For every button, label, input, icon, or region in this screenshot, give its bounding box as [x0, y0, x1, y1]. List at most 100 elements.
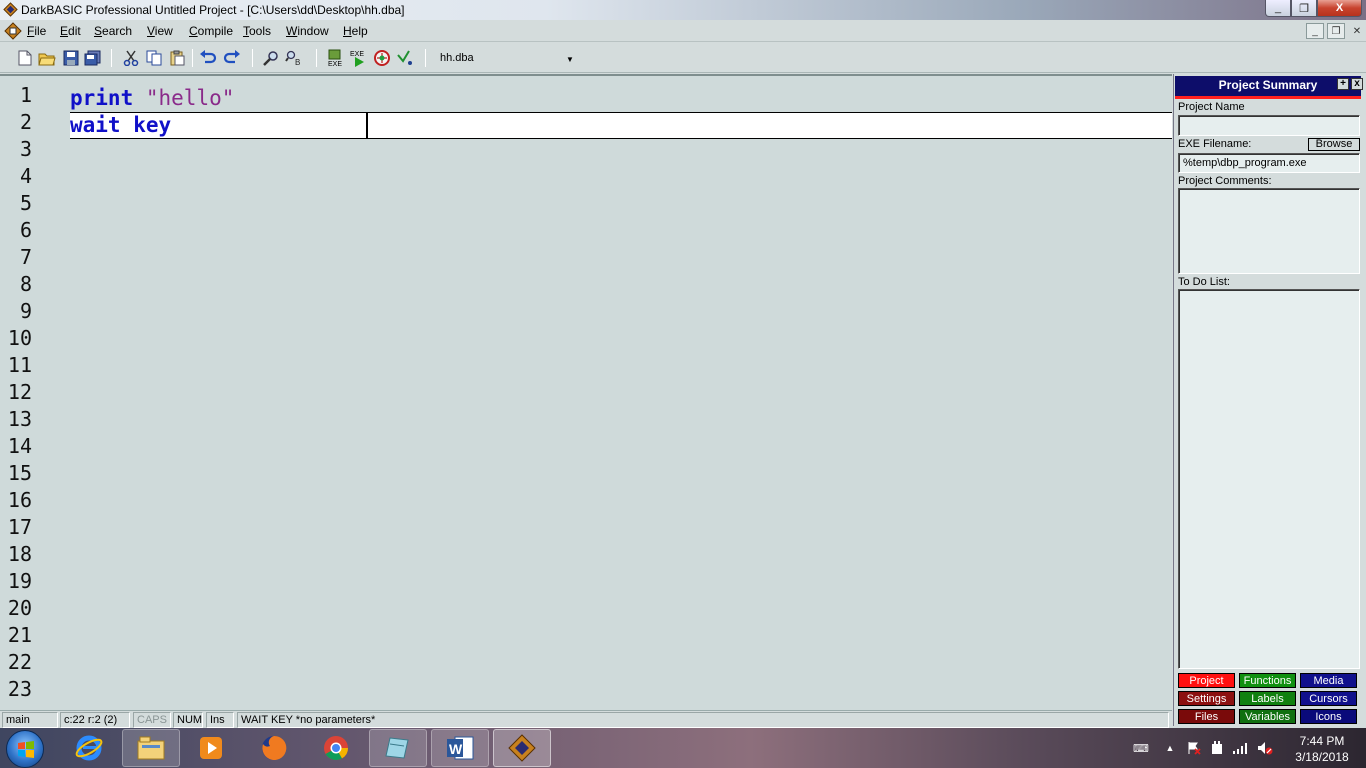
line-number: 7 — [19, 245, 32, 269]
paste-icon[interactable] — [168, 49, 186, 67]
menu-compile[interactable]: Compile — [189, 24, 233, 38]
menu-bar: File Edit Search View Compile Tools Wind… — [0, 20, 1366, 42]
ie-taskbar-button[interactable] — [60, 729, 118, 767]
taskbar: W ⌨ ▲ 7:44 PM 3/18/2018 — [0, 728, 1366, 768]
svg-text:W: W — [449, 741, 463, 757]
chevron-down-icon[interactable]: ▼ — [563, 50, 577, 68]
line-number: 17 — [7, 515, 32, 539]
status-caps: CAPS — [133, 712, 171, 728]
panel-tab-icons[interactable]: Icons — [1300, 709, 1357, 724]
run-icon[interactable]: EXE — [350, 49, 368, 67]
ie-icon — [75, 735, 103, 761]
copy-icon[interactable] — [145, 49, 163, 67]
notepad-taskbar-button[interactable] — [369, 729, 427, 767]
maximize-button[interactable]: ❐ — [1291, 0, 1317, 17]
panel-tab-project[interactable]: Project — [1178, 673, 1235, 688]
panel-tab-cursors[interactable]: Cursors — [1300, 691, 1357, 706]
project-name-field[interactable] — [1178, 115, 1360, 136]
project-comments-field[interactable] — [1178, 188, 1360, 274]
panel-close-button[interactable]: x — [1351, 78, 1363, 90]
window-title: DarkBASIC Professional Untitled Project … — [21, 3, 405, 17]
menu-window[interactable]: Window — [286, 24, 329, 38]
todo-list-field[interactable] — [1178, 289, 1360, 669]
panel-tab-functions[interactable]: Functions — [1239, 673, 1296, 688]
code-keyword: wait key — [70, 113, 172, 137]
replace-icon[interactable]: B — [285, 49, 303, 67]
panel-tab-files[interactable]: Files — [1178, 709, 1235, 724]
exe-filename-field[interactable]: %temp\dbp_program.exe — [1178, 153, 1360, 173]
line-number: 21 — [7, 623, 32, 647]
line-number: 8 — [19, 272, 32, 296]
document-system-icon[interactable] — [4, 22, 22, 40]
windows-logo-icon — [18, 741, 34, 758]
menu-edit[interactable]: Edit — [60, 24, 81, 38]
open-file-select[interactable]: hh.dba ▼ — [436, 50, 579, 68]
line-number: 4 — [19, 164, 32, 188]
status-cursor-position: c:22 r:2 (2) — [60, 712, 130, 728]
taskbar-clock[interactable]: 7:44 PM 3/18/2018 — [1282, 733, 1362, 765]
mdi-restore-button[interactable]: ❐ — [1327, 23, 1345, 39]
panel-float-button[interactable]: + — [1337, 78, 1349, 90]
volume-muted-icon[interactable] — [1257, 741, 1273, 755]
darkbasic-taskbar-button[interactable] — [493, 729, 551, 767]
word-taskbar-button[interactable]: W — [431, 729, 489, 767]
line-number: 6 — [19, 218, 32, 242]
menu-file[interactable]: File — [27, 24, 46, 38]
line-number: 5 — [19, 191, 32, 215]
mdi-close-button[interactable]: ✕ — [1348, 23, 1366, 39]
redo-icon[interactable] — [223, 49, 241, 67]
mdi-minimize-button[interactable]: _ — [1306, 23, 1324, 39]
menu-view[interactable]: View — [147, 24, 173, 38]
panel-tab-labels[interactable]: Labels — [1239, 691, 1296, 706]
save-icon[interactable] — [62, 49, 80, 67]
show-hidden-icons-icon[interactable]: ▲ — [1162, 741, 1178, 755]
browse-button[interactable]: Browse — [1308, 138, 1360, 151]
status-bar: main c:22 r:2 (2) CAPS NUM Ins WAIT KEY … — [0, 710, 1172, 728]
media-player-taskbar-button[interactable] — [182, 729, 240, 767]
menu-help[interactable]: Help — [343, 24, 368, 38]
line-number: 10 — [7, 326, 32, 350]
line-number-gutter: 1 2 3 4 5 6 7 8 9 10 11 12 13 14 15 16 17 18 19 20 21 22 23 — [0, 82, 44, 710]
undo-icon[interactable] — [199, 49, 217, 67]
media-player-icon — [200, 737, 222, 759]
start-button[interactable] — [6, 730, 44, 768]
make-exe-icon[interactable]: EXE — [327, 49, 345, 67]
panel-tab-media[interactable]: Media — [1300, 673, 1357, 688]
keyboard-icon[interactable]: ⌨ — [1133, 741, 1149, 755]
darkbasic-icon — [508, 734, 536, 762]
panel-tab-settings[interactable]: Settings — [1178, 691, 1235, 706]
close-button[interactable]: X — [1317, 0, 1362, 17]
line-number: 20 — [7, 596, 32, 620]
menu-search[interactable]: Search — [94, 24, 132, 38]
explorer-taskbar-button[interactable] — [122, 729, 180, 767]
code-keyword: print — [70, 86, 134, 110]
panel-tab-variables[interactable]: Variables — [1239, 709, 1296, 724]
chrome-taskbar-button[interactable] — [307, 729, 365, 767]
line-number: 16 — [7, 488, 32, 512]
device-icon[interactable] — [1209, 741, 1225, 755]
title-bar: DarkBASIC Professional Untitled Project … — [0, 0, 1366, 20]
line-number: 11 — [7, 353, 32, 377]
open-icon[interactable] — [38, 49, 56, 67]
status-command-hint: WAIT KEY *no parameters* — [237, 712, 1169, 728]
action-center-icon[interactable] — [1186, 741, 1202, 755]
code-line-1[interactable]: print "hello" — [70, 85, 234, 112]
current-line-highlight — [70, 112, 1172, 139]
code-editor[interactable]: 1 2 3 4 5 6 7 8 9 10 11 12 13 14 15 16 17 18 19 20 21 22 23 pr… — [0, 74, 1172, 710]
line-number: 23 — [7, 677, 32, 701]
find-icon[interactable] — [262, 49, 280, 67]
svg-text:EXE: EXE — [350, 51, 364, 58]
open-file-select-value: hh.dba — [440, 52, 474, 64]
new-icon[interactable] — [16, 49, 34, 67]
toolbar: B EXE EXE hh.dba ▼ — [0, 43, 1366, 73]
todo-list-label: To Do List: — [1178, 276, 1230, 288]
cut-icon[interactable] — [122, 49, 140, 67]
debug-icon[interactable] — [373, 49, 391, 67]
menu-tools[interactable]: Tools — [243, 24, 271, 38]
network-signal-icon[interactable] — [1233, 741, 1249, 755]
step-icon[interactable] — [396, 49, 414, 67]
minimize-button[interactable]: _ — [1265, 0, 1291, 17]
code-line-2[interactable]: wait key — [70, 112, 171, 139]
save-all-icon[interactable] — [84, 49, 102, 67]
firefox-taskbar-button[interactable] — [245, 729, 303, 767]
